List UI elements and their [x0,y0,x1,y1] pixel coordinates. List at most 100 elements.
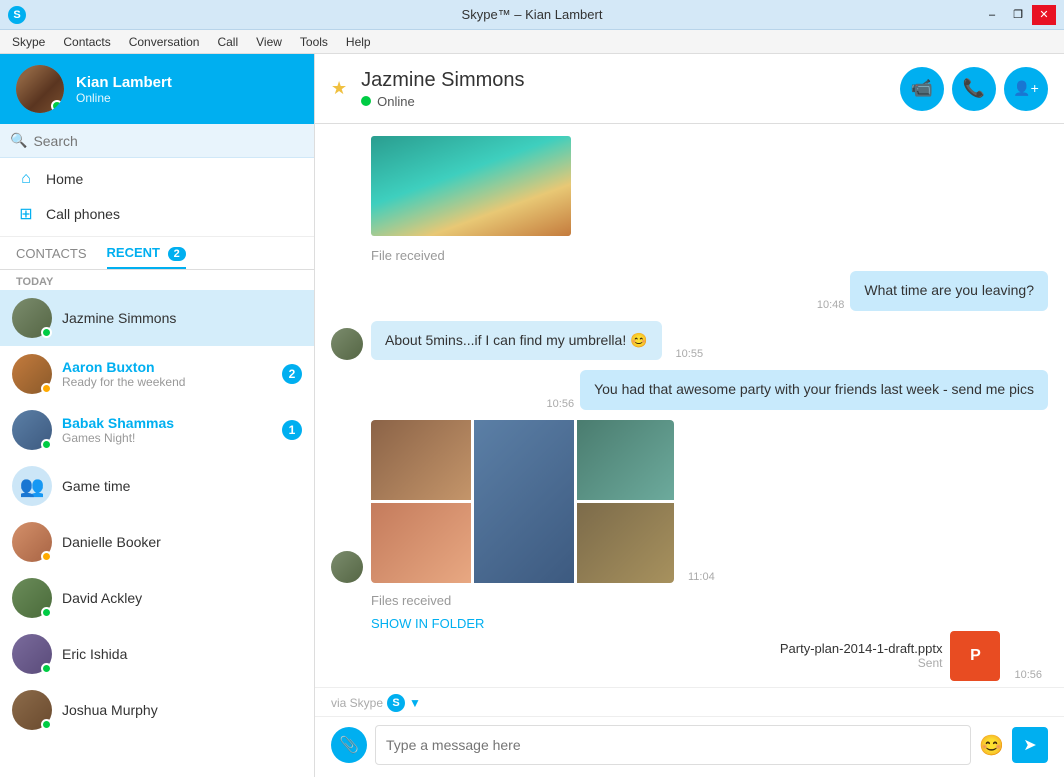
nav-home[interactable]: ⌂ Home [0,162,314,196]
contact-name-jazmine: Jazmine Simmons [62,310,302,326]
contact-name-aaron: Aaron Buxton [62,359,272,375]
contact-item-babak[interactable]: Babak Shammas Games Night! 1 [0,402,314,458]
pptx-info: Party-plan-2014-1-draft.pptx Sent [780,641,943,670]
profile-info: Kian Lambert Online [76,74,172,105]
tab-recent[interactable]: RECENT 2 [107,245,186,269]
sidebar: Kian Lambert Online 🔍 ⌂ Home ⊞ Call phon… [0,54,315,777]
contact-name-joshua: Joshua Murphy [62,702,302,718]
contact-item-jazmine[interactable]: Jazmine Simmons [0,290,314,346]
status-dot-danielle [41,551,52,562]
audio-call-button[interactable]: 📞 [952,67,996,111]
add-contact-button[interactable]: 👤+ [1004,67,1048,111]
bubble-sent2: You had that awesome party with your fri… [580,370,1048,410]
photo-cell-1 [371,420,471,500]
contact-avatar-eric [12,634,52,674]
contact-item-aaron[interactable]: Aaron Buxton Ready for the weekend 2 [0,346,314,402]
close-button[interactable]: ✕ [1032,5,1056,25]
contact-item-joshua[interactable]: Joshua Murphy [0,682,314,738]
title-bar: S Skype™ – Kian Lambert – ❐ ✕ [0,0,1064,30]
video-icon: 📹 [911,78,933,99]
menu-help[interactable]: Help [338,33,379,51]
msg-row-photo [331,136,1048,238]
send-button[interactable]: ➤ [1012,727,1048,763]
bubble-sent1: What time are you leaving? [850,271,1048,311]
contact-item-eric[interactable]: Eric Ishida [0,626,314,682]
contact-info-eric: Eric Ishida [62,646,302,662]
file-received-label: File received [371,248,1048,263]
main-container: Kian Lambert Online 🔍 ⌂ Home ⊞ Call phon… [0,54,1064,777]
attach-icon: 📎 [339,735,359,755]
status-dot-joshua [41,719,52,730]
chat-actions: 📹 📞 👤+ [900,67,1048,111]
nav-call-phones-label: Call phones [46,206,120,222]
msg-row-sent1: 10:48 What time are you leaving? [331,271,1048,311]
search-input[interactable] [33,133,304,149]
contact-avatar-jazmine [12,298,52,338]
status-dot [51,100,63,112]
menu-view[interactable]: View [248,33,290,51]
star-icon: ★ [331,78,347,99]
dropdown-arrow[interactable]: ▼ [409,696,421,710]
pptx-status: Sent [780,656,943,670]
chat-header-info: Jazmine Simmons Online [361,69,890,109]
restore-button[interactable]: ❐ [1006,5,1030,25]
title-bar-left: S [8,6,26,24]
skype-logo-small: S [387,694,405,712]
video-call-button[interactable]: 📹 [900,67,944,111]
profile-area: Kian Lambert Online [0,54,314,124]
contact-item-david[interactable]: David Ackley [0,570,314,626]
attach-button[interactable]: 📎 [331,727,367,763]
call-phones-icon: ⊞ [16,204,36,224]
skype-logo-icon: S [8,6,26,24]
menu-conversation[interactable]: Conversation [121,33,208,51]
photo-cell-5 [577,503,674,583]
pptx-filename: Party-plan-2014-1-draft.pptx [780,641,943,656]
contact-item-game-time[interactable]: 👥 Game time [0,458,314,514]
contact-avatar-danielle [12,522,52,562]
contact-name-danielle: Danielle Booker [62,534,302,550]
contact-avatar-babak [12,410,52,450]
minimize-button[interactable]: – [980,5,1004,25]
chat-header: ★ Jazmine Simmons Online 📹 📞 👤+ [315,54,1064,124]
contact-info-joshua: Joshua Murphy [62,702,302,718]
menu-call[interactable]: Call [209,33,246,51]
contact-list: Today Jazmine Simmons Aaron Buxton [0,270,314,777]
title-bar-controls: – ❐ ✕ [980,5,1056,25]
chat-contact-name: Jazmine Simmons [361,69,890,92]
contact-info-jazmine: Jazmine Simmons [62,310,302,326]
status-dot-jazmine [41,327,52,338]
title-bar-title: Skype™ – Kian Lambert [462,7,603,22]
home-icon: ⌂ [16,170,36,188]
online-indicator: Online [361,94,890,109]
files-received-label: Files received [371,593,1048,608]
received-photo [371,136,571,236]
contact-item-danielle[interactable]: Danielle Booker [0,514,314,570]
nav-call-phones[interactable]: ⊞ Call phones [0,196,314,232]
online-status: Online [377,94,415,109]
msg-avatar-jazmine2 [331,551,363,583]
recent-badge: 2 [168,247,186,261]
photo-cell-4 [577,420,674,500]
contact-info-game-time: Game time [62,478,302,494]
menu-bar: Skype Contacts Conversation Call View To… [0,30,1064,54]
chat-area: ★ Jazmine Simmons Online 📹 📞 👤+ [315,54,1064,777]
status-dot-babak [41,439,52,450]
messages-area[interactable]: File received 10:48 What time are you le… [315,124,1064,687]
profile-name: Kian Lambert [76,74,172,91]
spacer [331,136,363,238]
search-bar: 🔍 [0,124,314,158]
status-dot-david [41,607,52,618]
phone-icon: 📞 [963,78,985,99]
contact-avatar-david [12,578,52,618]
menu-skype[interactable]: Skype [4,33,53,51]
message-input[interactable] [375,725,971,765]
pptx-powerpoint-icon: P [970,647,981,665]
menu-tools[interactable]: Tools [292,33,336,51]
tab-contacts[interactable]: CONTACTS [16,246,87,269]
contact-info-danielle: Danielle Booker [62,534,302,550]
menu-contacts[interactable]: Contacts [55,33,118,51]
emoji-button[interactable]: 😊 [979,733,1004,758]
pptx-row: Party-plan-2014-1-draft.pptx Sent P 10:5… [331,631,1048,681]
show-in-folder-link[interactable]: SHOW IN FOLDER [371,616,1048,631]
unread-badge-aaron: 2 [282,364,302,384]
